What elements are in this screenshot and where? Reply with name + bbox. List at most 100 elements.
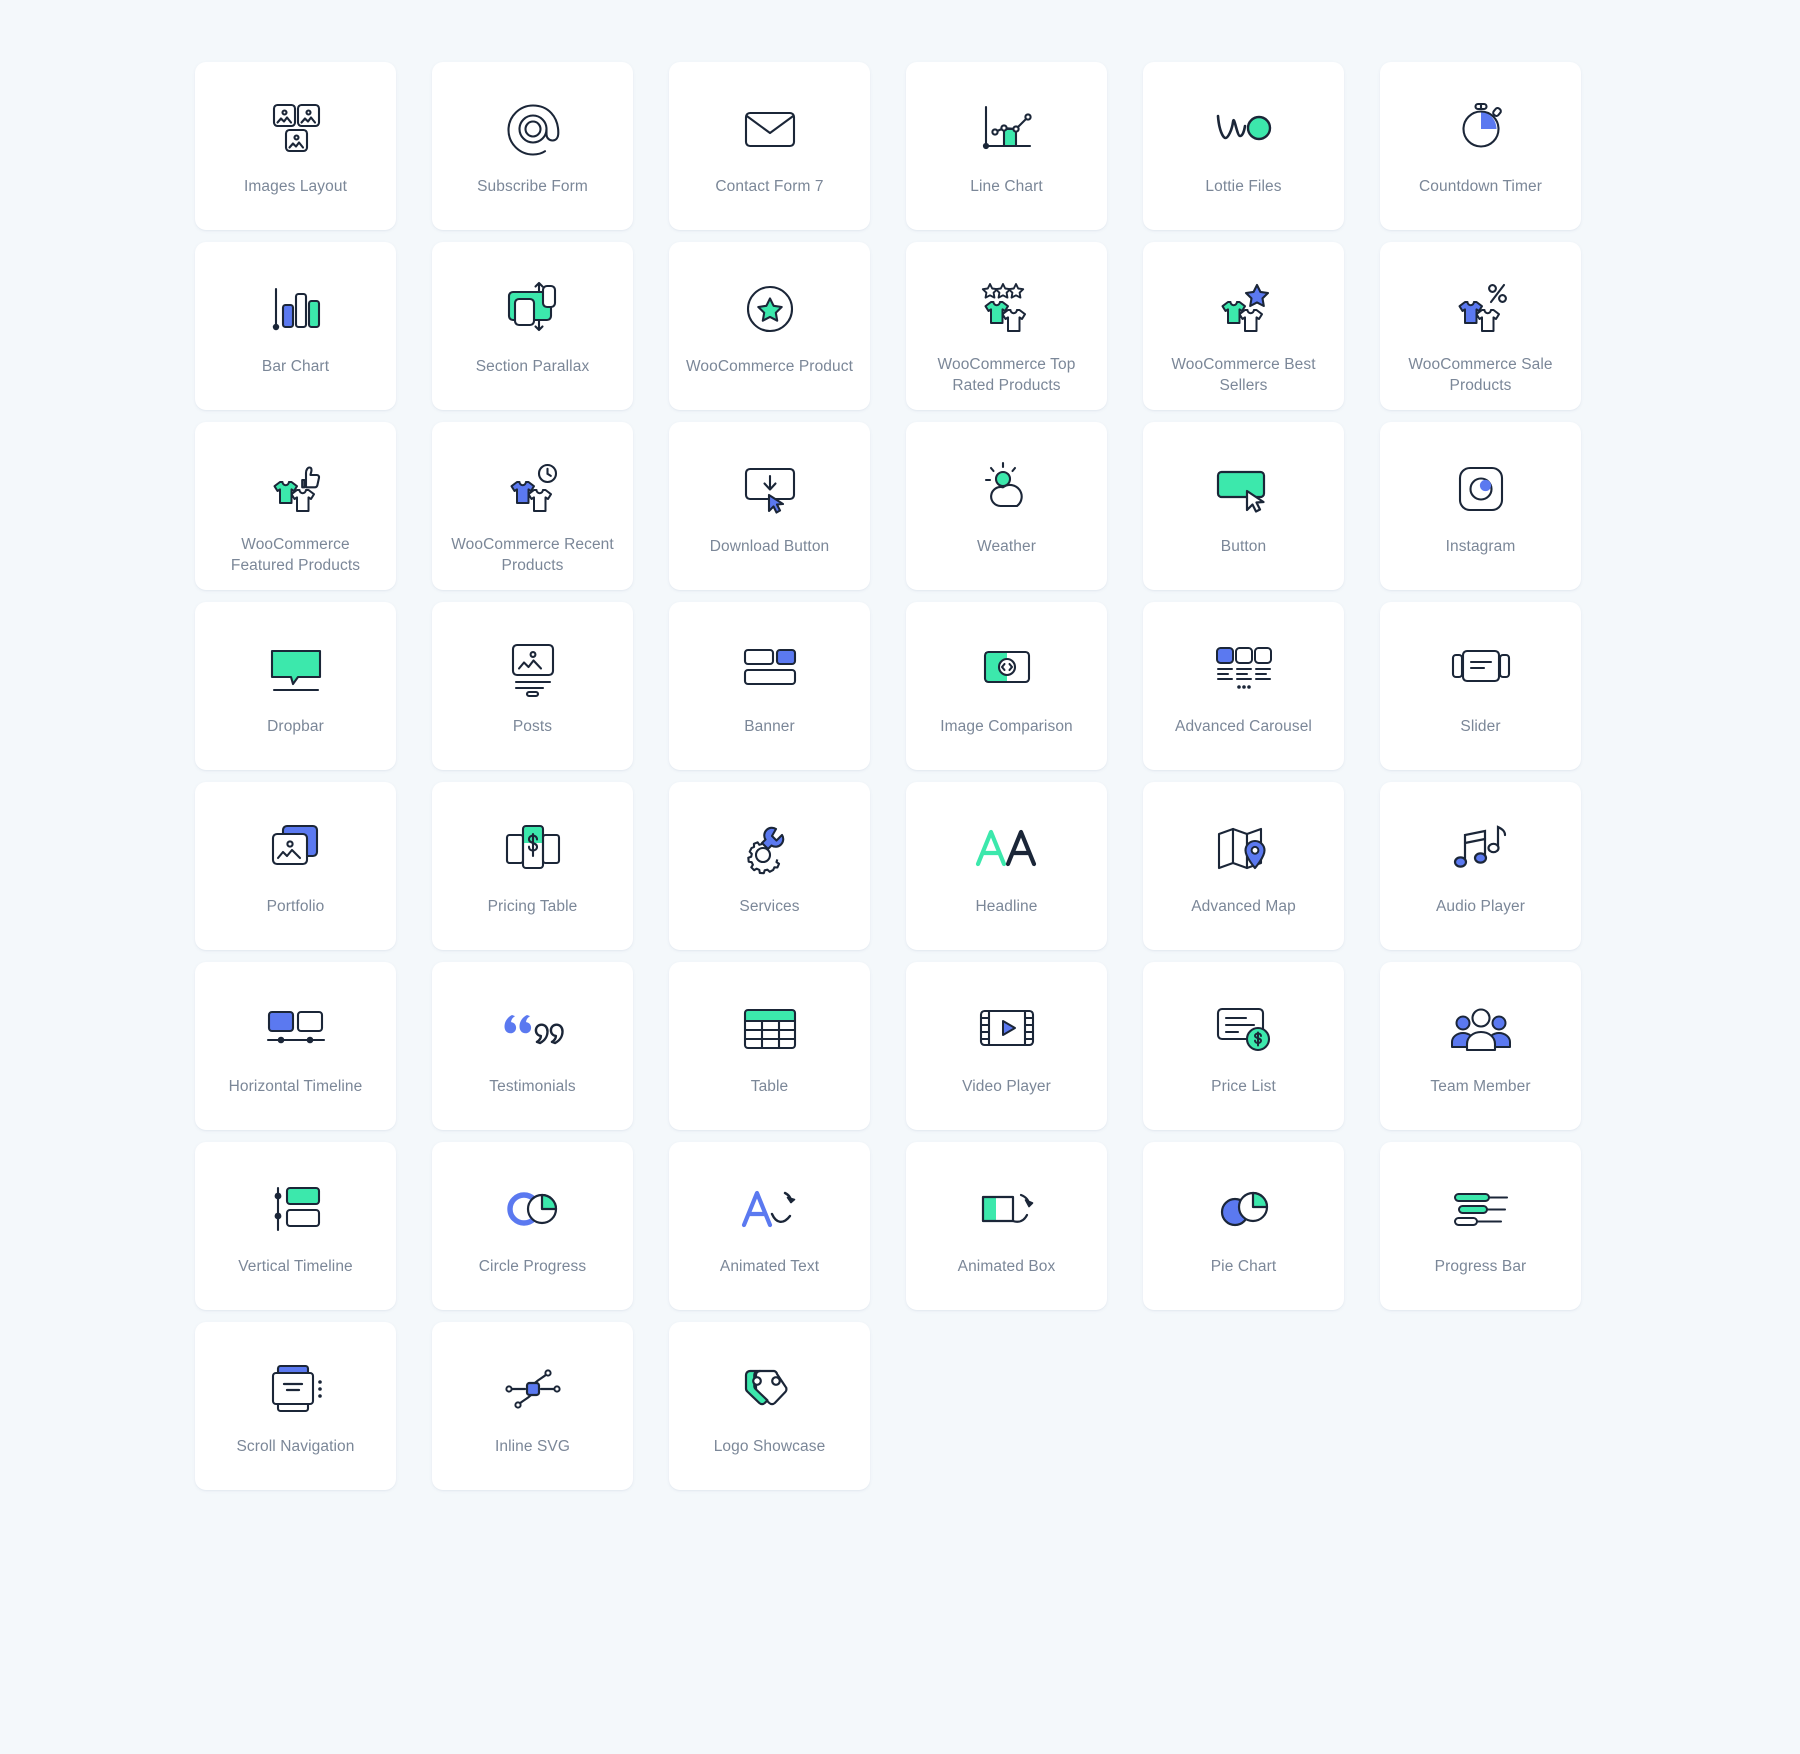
widget-card[interactable]: Line Chart — [906, 62, 1107, 230]
download-button-icon — [731, 458, 809, 520]
widget-card[interactable]: WooCommerce Recent Products — [432, 422, 633, 590]
widget-label: WooCommerce Featured Products — [230, 536, 361, 574]
widget-label: Contact Form 7 — [715, 178, 824, 195]
pie-chart-icon — [1205, 1178, 1283, 1240]
widget-label: Weather — [977, 538, 1036, 555]
widget-card[interactable]: Vertical Timeline — [195, 1142, 396, 1310]
widget-card[interactable]: Contact Form 7 — [669, 62, 870, 230]
widget-card[interactable]: Images Layout — [195, 62, 396, 230]
widget-label: Team Member — [1430, 1078, 1531, 1095]
widget-card[interactable]: Price List — [1143, 962, 1344, 1130]
stopwatch-icon — [1442, 98, 1520, 160]
widget-card[interactable]: Animated Text — [669, 1142, 870, 1310]
widget-card[interactable]: Dropbar — [195, 602, 396, 770]
widget-label: Images Layout — [244, 178, 347, 195]
gear-wrench-icon — [731, 818, 809, 880]
at-sign-icon — [494, 98, 572, 160]
headline-aa-icon — [968, 818, 1046, 880]
map-pin-icon — [1205, 818, 1283, 880]
widget-card[interactable]: Horizontal Timeline — [195, 962, 396, 1130]
widget-card[interactable]: Testimonials — [432, 962, 633, 1130]
animated-text-icon — [731, 1178, 809, 1240]
widget-card[interactable]: Circle Progress — [432, 1142, 633, 1310]
widget-card[interactable]: Team Member — [1380, 962, 1581, 1130]
widget-label: Inline SVG — [494, 1438, 571, 1455]
widget-grid: Images Layout Subscribe Form Contact For… — [195, 62, 1605, 1490]
film-play-icon — [968, 998, 1046, 1060]
team-member-icon — [1442, 998, 1520, 1060]
widget-label: WooCommerce Sale Products — [1408, 356, 1553, 394]
widget-card[interactable]: Portfolio — [195, 782, 396, 950]
widget-card[interactable]: WooCommerce Sale Products — [1380, 242, 1581, 410]
widget-card[interactable]: WooCommerce Top Rated Products — [906, 242, 1107, 410]
banner-icon — [731, 638, 809, 700]
widget-card[interactable]: Countdown Timer — [1380, 62, 1581, 230]
widget-label: Button — [1220, 538, 1267, 555]
portfolio-icon — [257, 818, 335, 880]
widget-label: WooCommerce Best Sellers — [1171, 356, 1316, 394]
widget-card[interactable]: Audio Player — [1380, 782, 1581, 950]
widget-card[interactable]: Button — [1143, 422, 1344, 590]
widget-card[interactable]: Posts — [432, 602, 633, 770]
widget-label: Scroll Navigation — [236, 1438, 355, 1455]
widget-label: Progress Bar — [1434, 1258, 1527, 1275]
widget-card[interactable]: Image Comparison — [906, 602, 1107, 770]
advanced-carousel-icon — [1205, 638, 1283, 700]
weather-icon — [968, 458, 1046, 520]
widget-card[interactable]: Services — [669, 782, 870, 950]
widget-label: Vertical Timeline — [238, 1258, 353, 1275]
widget-label: Banner — [744, 718, 795, 735]
widget-card[interactable]: Animated Box — [906, 1142, 1107, 1310]
widget-label: Animated Text — [719, 1258, 820, 1275]
widget-card[interactable]: Download Button — [669, 422, 870, 590]
widget-label: WooCommerce Product — [685, 358, 853, 375]
images-layout-icon — [257, 98, 335, 160]
widget-label: WooCommerce Recent Products — [451, 536, 614, 574]
widget-label: Lottie Files — [1205, 178, 1282, 195]
widget-card[interactable]: Headline — [906, 782, 1107, 950]
widget-card[interactable]: WooCommerce Featured Products — [195, 422, 396, 590]
widget-label: Slider — [1460, 718, 1501, 735]
widget-label: Circle Progress — [478, 1258, 587, 1275]
inline-svg-icon — [494, 1358, 572, 1420]
widget-label: Section Parallax — [475, 358, 590, 375]
widget-card[interactable]: Advanced Carousel — [1143, 602, 1344, 770]
widget-card[interactable]: Scroll Navigation — [195, 1322, 396, 1490]
widget-card[interactable]: Bar Chart — [195, 242, 396, 410]
widget-card[interactable]: Instagram — [1380, 422, 1581, 590]
widget-card[interactable]: Advanced Map — [1143, 782, 1344, 950]
bar-chart-icon — [257, 278, 335, 340]
music-notes-icon — [1442, 818, 1520, 880]
widget-card[interactable]: Progress Bar — [1380, 1142, 1581, 1310]
logo-tags-icon — [731, 1358, 809, 1420]
widget-card[interactable]: Section Parallax — [432, 242, 633, 410]
widget-card[interactable]: WooCommerce Best Sellers — [1143, 242, 1344, 410]
widget-card[interactable]: Pie Chart — [1143, 1142, 1344, 1310]
widget-card[interactable]: Subscribe Form — [432, 62, 633, 230]
widget-label: Subscribe Form — [477, 178, 588, 195]
widget-card[interactable]: Inline SVG — [432, 1322, 633, 1490]
widget-card[interactable]: Table — [669, 962, 870, 1130]
line-chart-icon — [968, 98, 1046, 160]
widget-label: Testimonials — [489, 1078, 576, 1095]
widget-card[interactable]: Slider — [1380, 602, 1581, 770]
pricing-table-icon — [494, 818, 572, 880]
widget-label: Price List — [1211, 1078, 1276, 1095]
widget-card[interactable]: Logo Showcase — [669, 1322, 870, 1490]
widget-label: Advanced Carousel — [1175, 718, 1312, 735]
widget-card[interactable]: Lottie Files — [1143, 62, 1344, 230]
widget-label: Logo Showcase — [713, 1438, 826, 1455]
quote-marks-icon — [494, 998, 572, 1060]
vertical-timeline-icon — [257, 1178, 335, 1240]
widget-label: Animated Box — [957, 1258, 1056, 1275]
widget-label: Headline — [975, 898, 1038, 915]
star-circle-icon — [731, 278, 809, 340]
scroll-navigation-icon — [257, 1358, 335, 1420]
widget-label: Download Button — [709, 538, 830, 555]
widget-card[interactable]: WooCommerce Product — [669, 242, 870, 410]
widget-card[interactable]: Pricing Table — [432, 782, 633, 950]
price-list-icon — [1205, 998, 1283, 1060]
widget-card[interactable]: Video Player — [906, 962, 1107, 1130]
widget-card[interactable]: Weather — [906, 422, 1107, 590]
widget-card[interactable]: Banner — [669, 602, 870, 770]
